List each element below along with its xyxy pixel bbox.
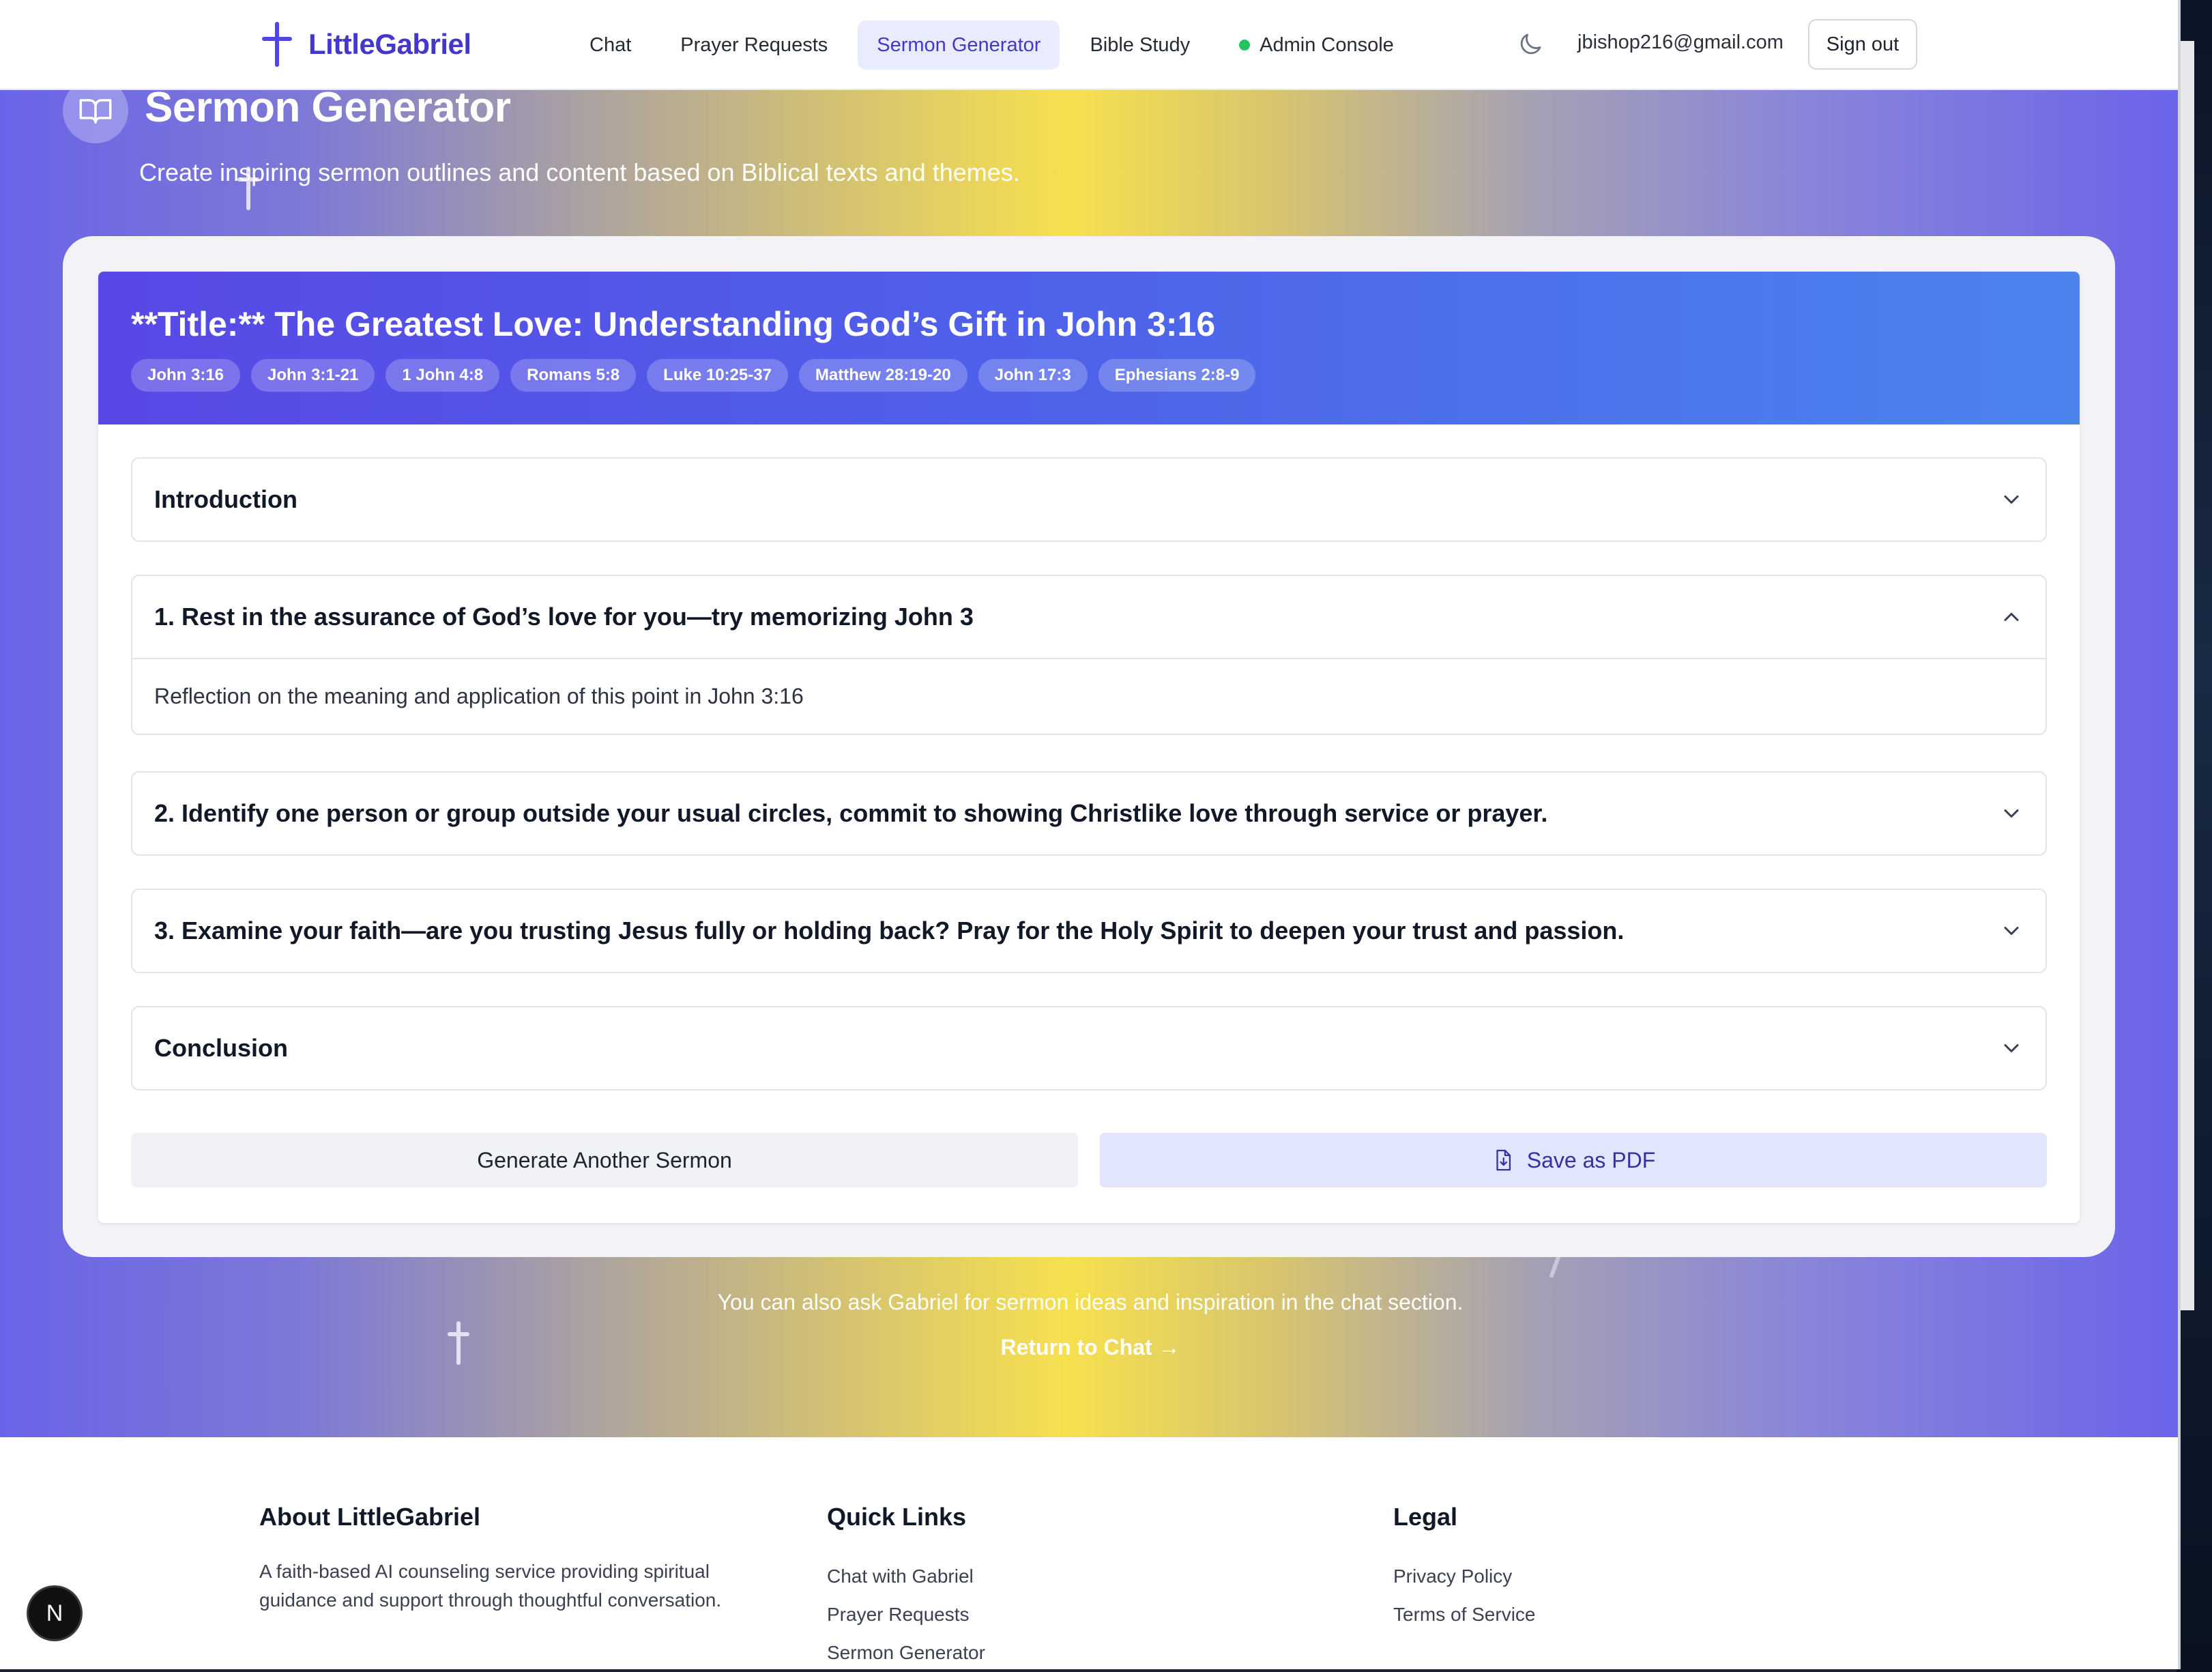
save-as-pdf-label: Save as PDF <box>1526 1147 1656 1172</box>
return-to-chat-link[interactable]: Return to Chat → <box>0 1335 2178 1360</box>
scripture-chip: Romans 5:8 <box>510 359 637 392</box>
accordion-header[interactable]: Introduction <box>132 459 2046 540</box>
accordion-header[interactable]: 2. Identify one person or group outside … <box>132 773 2046 854</box>
page-title: Sermon Generator <box>145 84 511 131</box>
scripture-references: John 3:16 John 3:1-21 1 John 4:8 Romans … <box>131 359 1256 392</box>
chevron-down-icon <box>2004 809 2019 818</box>
scripture-chip: 1 John 4:8 <box>385 359 500 392</box>
footer-quick-links-heading: Quick Links <box>827 1503 967 1531</box>
dev-tools-badge[interactable]: N <box>29 1587 81 1639</box>
accordion-title: 3. Examine your faith—are you trusting J… <box>154 917 1625 945</box>
main-nav: Chat Prayer Requests Sermon Generator Bi… <box>570 20 1413 70</box>
footer-quick-links: Quick Links Chat with Gabriel Prayer Req… <box>827 1503 1236 1669</box>
file-download-icon <box>1496 1149 1511 1171</box>
footer-link-privacy[interactable]: Privacy Policy <box>1393 1557 1803 1596</box>
nav-admin-console[interactable]: Admin Console <box>1220 20 1413 70</box>
footer-about: About LittleGabriel A faith-based AI cou… <box>259 1503 778 1615</box>
sermon-card: **Title:** The Greatest Love: Understand… <box>98 272 2080 1223</box>
browser-window: LittleGabriel Chat Prayer Requests Sermo… <box>0 0 2181 1669</box>
accordion-header[interactable]: Conclusion <box>132 1007 2046 1089</box>
scripture-chip: John 3:1-21 <box>251 359 375 392</box>
scrollbar[interactable] <box>2181 41 2194 1310</box>
footer-link-sermon-generator[interactable]: Sermon Generator <box>827 1634 1236 1669</box>
scripture-chip: Ephesians 2:8-9 <box>1098 359 1256 392</box>
page-subtitle: Create inspiring sermon outlines and con… <box>139 158 1020 186</box>
logo-link[interactable]: LittleGabriel <box>262 22 471 67</box>
chevron-up-icon <box>2004 613 2019 621</box>
footer-legal: Legal Privacy Policy Terms of Service <box>1393 1503 1803 1634</box>
footer-about-heading: About LittleGabriel <box>259 1503 480 1531</box>
accordion-point-1: 1. Rest in the assurance of God’s love f… <box>131 575 2047 735</box>
nav-admin-console-label: Admin Console <box>1260 33 1394 56</box>
accordion-point-3: 3. Examine your faith—are you trusting J… <box>131 889 2047 973</box>
accordion-title: 1. Rest in the assurance of God’s love f… <box>154 603 974 631</box>
online-status-dot <box>1239 40 1251 51</box>
logo-text: LittleGabriel <box>308 28 471 60</box>
nav-prayer-requests[interactable]: Prayer Requests <box>661 20 847 70</box>
moon-icon[interactable] <box>1516 30 1545 59</box>
chevron-down-icon <box>2004 1044 2019 1052</box>
sermon-header: **Title:** The Greatest Love: Understand… <box>98 272 2080 424</box>
scripture-chip: Luke 10:25-37 <box>647 359 788 392</box>
book-open-icon <box>79 99 112 124</box>
accordion-title: Conclusion <box>154 1034 288 1062</box>
footer-link-terms[interactable]: Terms of Service <box>1393 1596 1803 1634</box>
nav-chat[interactable]: Chat <box>570 20 650 70</box>
accordion-title: Introduction <box>154 485 297 513</box>
cross-logo-icon <box>262 22 292 67</box>
accordion-introduction: Introduction <box>131 457 2047 542</box>
footer: About LittleGabriel A faith-based AI cou… <box>0 1437 2178 1669</box>
accordion-point-2: 2. Identify one person or group outside … <box>131 771 2047 856</box>
user-email: jbishop216@gmail.com <box>1577 31 1784 53</box>
save-as-pdf-button[interactable]: Save as PDF <box>1100 1133 2047 1187</box>
footer-about-text: A faith-based AI counseling service prov… <box>259 1561 722 1611</box>
accordion-body: Reflection on the meaning and applicatio… <box>132 658 2046 734</box>
footer-link-chat[interactable]: Chat with Gabriel <box>827 1557 1236 1596</box>
nav-bible-study[interactable]: Bible Study <box>1071 20 1209 70</box>
accordion-header[interactable]: 3. Examine your faith—are you trusting J… <box>132 890 2046 972</box>
chevron-down-icon <box>2004 927 2019 935</box>
footer-link-prayer-requests[interactable]: Prayer Requests <box>827 1596 1236 1634</box>
scripture-chip: John 17:3 <box>978 359 1088 392</box>
scripture-chip: John 3:16 <box>131 359 241 392</box>
accordion-conclusion: Conclusion <box>131 1006 2047 1091</box>
chevron-down-icon <box>2004 495 2019 504</box>
top-navbar: LittleGabriel Chat Prayer Requests Sermo… <box>0 0 2178 90</box>
accordion-title: 2. Identify one person or group outside … <box>154 799 1548 827</box>
accordion-header[interactable]: 1. Rest in the assurance of God’s love f… <box>132 576 2046 658</box>
generate-another-sermon-button[interactable]: Generate Another Sermon <box>131 1133 1078 1187</box>
footer-legal-heading: Legal <box>1393 1503 1458 1531</box>
sermon-title: **Title:** The Greatest Love: Understand… <box>131 305 1216 343</box>
sign-out-button[interactable]: Sign out <box>1808 19 1917 70</box>
nav-sermon-generator[interactable]: Sermon Generator <box>858 20 1060 70</box>
chat-hint-text: You can also ask Gabriel for sermon idea… <box>717 1290 1464 1314</box>
scripture-chip: Matthew 28:19-20 <box>798 359 967 392</box>
